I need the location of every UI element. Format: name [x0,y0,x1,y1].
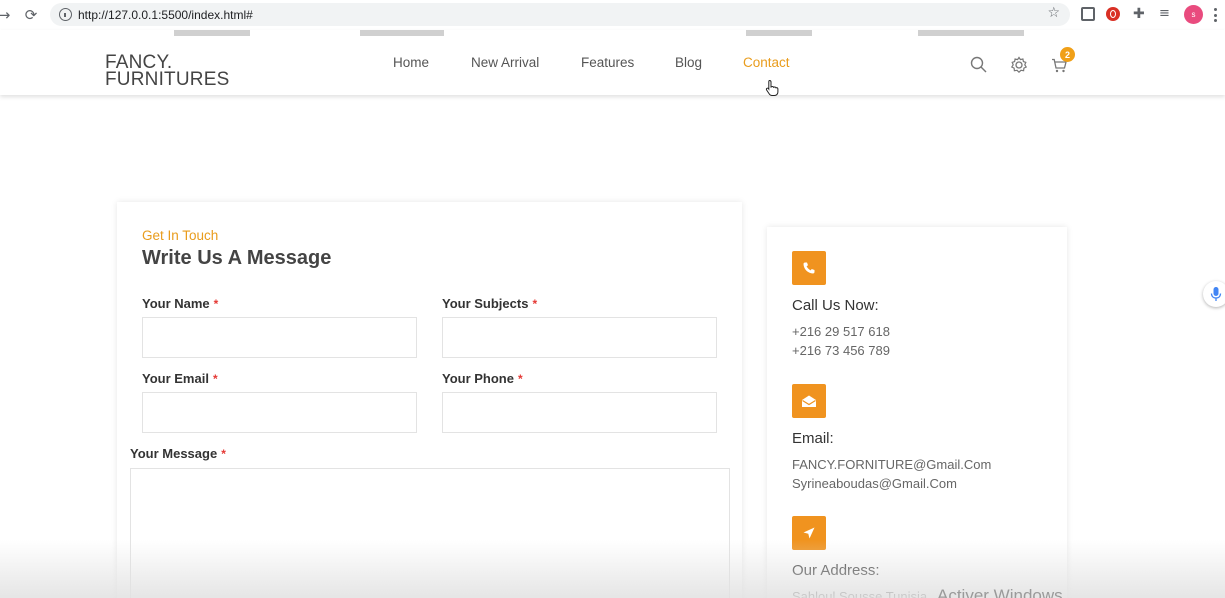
required-mark: * [213,297,219,311]
site-info-icon[interactable] [59,8,72,21]
subjects-label: Your Subjects * [442,296,537,311]
partner-logo [918,30,1024,36]
phone-line-1[interactable]: +216 29 517 618 [792,324,890,339]
address-line-1: Sahloul Sousse Tunisia [792,589,928,598]
subjects-label-text: Your Subjects [442,296,529,311]
phone-input[interactable] [442,392,717,433]
address-bar[interactable]: http://127.0.0.1:5500/index.html# ☆ [50,3,1070,26]
main-menu: Home New Arrival Features Blog Contact [0,55,1225,71]
microphone-icon [1210,287,1222,301]
form-title: Write Us A Message [142,247,332,269]
hand-cursor-icon [765,79,779,96]
extension-icon[interactable] [1081,7,1095,21]
nav-features[interactable]: Features [581,55,634,70]
browser-menu-icon[interactable] [1214,8,1217,22]
required-mark: * [532,297,538,311]
nav-new-arrival[interactable]: New Arrival [471,55,539,70]
nav-blog[interactable]: Blog [675,55,702,70]
nav-home[interactable]: Home [393,55,429,70]
browser-toolbar: → ⟳ http://127.0.0.1:5500/index.html# ☆ … [0,0,1225,30]
bookmark-star-icon[interactable]: ☆ [1047,5,1060,21]
message-textarea[interactable] [130,468,730,598]
nav-contact[interactable]: Contact [743,55,790,70]
url-text: http://127.0.0.1:5500/index.html# [78,8,253,22]
partner-logo [174,30,250,36]
envelope-open-icon [802,395,816,407]
opera-extension-icon[interactable] [1106,7,1120,21]
name-label: Your Name * [142,296,218,311]
profile-avatar[interactable]: s [1184,5,1203,24]
extensions-puzzle-icon[interactable]: ✚ [1133,6,1147,22]
email-icon-box [792,384,826,418]
windows-activation-watermark: Activer Windows [937,586,1063,598]
phone-line-2[interactable]: +216 73 456 789 [792,343,890,358]
phone-label: Your Phone * [442,371,523,386]
address-icon-box [792,516,826,550]
location-arrow-icon [803,527,815,539]
reload-icon[interactable]: ⟳ [21,5,41,25]
reading-list-icon[interactable]: ≡ [1159,6,1173,21]
name-label-text: Your Name [142,296,210,311]
phone-label-text: Your Phone [442,371,514,386]
required-mark: * [221,447,226,461]
partner-logos-strip [0,30,1225,36]
subjects-input[interactable] [442,317,717,358]
partner-logo [746,30,812,36]
email-input[interactable] [142,392,417,433]
search-icon[interactable] [970,56,987,73]
required-mark: * [517,372,523,386]
address-title: Our Address: [792,562,880,579]
name-input[interactable] [142,317,417,358]
message-label-text: Your Message [130,446,218,461]
required-mark: * [212,372,218,386]
site-header: FANCY. FURNITURES Home New Arrival Featu… [0,30,1225,95]
partner-logo [360,30,444,36]
voice-input-button[interactable] [1203,281,1225,307]
phone-icon-box [792,251,826,285]
email-title: Email: [792,430,834,447]
gear-icon[interactable] [1010,56,1028,74]
email-line-2[interactable]: Syrineaboudas@Gmail.Com [792,476,957,491]
brand-line-2: FURNITURES [105,69,230,90]
email-label-text: Your Email [142,371,209,386]
message-label: Your Message * [130,446,226,461]
email-label: Your Email * [142,371,218,386]
form-eyebrow: Get In Touch [142,228,219,243]
cart-count-badge: 2 [1060,47,1075,62]
phone-icon [803,262,815,274]
call-title: Call Us Now: [792,297,879,314]
forward-icon[interactable]: → [0,5,14,25]
email-line-1[interactable]: FANCY.FORNITURE@Gmail.Com [792,457,991,472]
